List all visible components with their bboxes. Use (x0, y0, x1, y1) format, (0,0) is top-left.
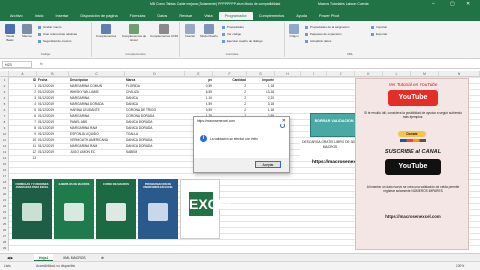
group-xml: Origen Propiedades de la asignación Paqu… (285, 22, 415, 57)
excel-icon: EXCEL (189, 192, 236, 216)
macros-icon (22, 24, 32, 34)
sheet-tabs: ◀ ▶ Hoja1 XML MACROS ⊕ (0, 253, 480, 262)
ribbon-tabs: Archivo Inicio Insertar Disposición de p… (0, 10, 480, 21)
ribbon: Visual Basic Macros Grabar macro Usar re… (0, 21, 480, 59)
donate-button[interactable]: Donate (398, 131, 426, 137)
seguridad-macros-button[interactable]: Seguridad de macros (38, 39, 72, 43)
dialog-message: La validación se efectuó con éxito (210, 137, 258, 141)
book-cover-image (22, 203, 42, 221)
promo-url[interactable]: https://macrosenexcel.com (356, 214, 470, 219)
payment-cards-icon (400, 139, 426, 142)
ok-button[interactable]: Aceptar (255, 161, 281, 168)
exportar-button[interactable]: Exportar (371, 32, 387, 36)
dialog-title: https://macrosenexcel.com (197, 119, 235, 123)
book-cover[interactable]: CURSO DE MACROS (96, 179, 136, 239)
minimize-icon[interactable]: – (432, 1, 435, 7)
table-cell[interactable] (37, 155, 69, 161)
propiedades-button[interactable]: Propiedades (222, 25, 244, 29)
name-box[interactable]: H23 (2, 61, 32, 68)
book-cover[interactable]: PROGRAMACION DE USERFORMS EN EXCEL (138, 179, 178, 239)
tab-formulas[interactable]: Fórmulas (124, 12, 152, 20)
title-bar: MB Como Tablas Calde mejana (Solamente) … (0, 0, 480, 10)
fx-icon[interactable]: fx (40, 62, 43, 66)
ver-tutorial-text: Ver Tutorial en YouTube (388, 82, 438, 87)
maximize-icon[interactable]: ▢ (450, 1, 455, 7)
importar-button[interactable]: Importar (371, 25, 387, 29)
propiedades-asignacion-button[interactable]: Propiedades de la asignación (305, 25, 349, 29)
referencias-relativas-button[interactable]: Usar referencias relativas (38, 32, 77, 36)
group-label-controles: Controles (225, 52, 239, 56)
window-title: MB Como Tablas Calde mejana (Solamente) … (150, 2, 281, 6)
zoom-level[interactable]: 100% (456, 264, 464, 268)
toolbox-icon (185, 24, 195, 34)
complementos-excel-button[interactable]: Complementos de Excel (120, 24, 148, 42)
vba-icon (5, 24, 15, 34)
paquetes-expansion-button[interactable]: Paquetes de expansión (305, 32, 341, 36)
book-cover-image (148, 203, 168, 221)
macros-button[interactable]: Macros (20, 24, 34, 39)
bottom-info-text: Al insertar un dato nuevo se crea una va… (366, 185, 460, 193)
tab-ayuda[interactable]: Ayuda (290, 12, 313, 20)
youtube-logo-dark[interactable]: YouTube (385, 159, 441, 175)
tab-datos[interactable]: Datos (151, 12, 173, 20)
insertar-control-button[interactable]: Insertar (182, 24, 198, 39)
complementos-com-button[interactable]: Complementos COM (150, 24, 178, 39)
book-cover[interactable]: EJEMPLOS DE MACROS (54, 179, 94, 239)
tab-insertar[interactable]: Insertar (50, 12, 75, 20)
ver-codigo-button[interactable]: Ver código (222, 32, 241, 36)
visual-basic-button[interactable]: Visual Basic (2, 24, 18, 42)
borrar-validacion-button[interactable]: BORRAR VALIDACION (310, 113, 358, 137)
formula-bar (0, 60, 480, 69)
suscribe-text: SUSCRIBE al CANAL (384, 149, 442, 155)
addins-icon (101, 24, 111, 34)
tab-disposicion[interactable]: Disposición de página (74, 12, 123, 20)
tab-archivo[interactable]: Archivo (4, 12, 29, 20)
descarga-text: DESCARGA GRATIS LIBRO DE 3000 MACROS (300, 140, 360, 156)
modo-diseno-button[interactable]: Modo Diseño (200, 24, 218, 39)
gear-icon (129, 24, 139, 34)
excel-logo-card[interactable]: EXCEL (180, 179, 236, 239)
tab-complementos[interactable]: Complementos (253, 12, 291, 20)
table-cell[interactable] (69, 155, 125, 161)
dialog-footer: Aceptar (194, 158, 289, 172)
xml-source-icon (289, 24, 299, 34)
grabar-macro-button[interactable]: Grabar macro (38, 25, 62, 29)
accessibility-status[interactable]: Accesibilidad: no disponible (36, 264, 75, 268)
group-label-codigo: Código (40, 52, 51, 56)
row-headers: 1 2 3 4 5 6 7 8 9 10 11 12 13 14 15 16 1… (0, 77, 9, 251)
youtube-logo[interactable]: YouTube (388, 90, 438, 106)
book-cover-image (64, 203, 84, 221)
group-complementos: Complementos Complementos de Excel Compl… (92, 22, 180, 57)
group-label-complementos: Complementos (125, 52, 146, 56)
table-cell[interactable]: 13 (9, 155, 37, 161)
promo-panel: Ver Tutorial en YouTube YouTube Si te re… (355, 78, 469, 250)
tab-inicio[interactable]: Inicio (29, 12, 50, 20)
com-addins-icon (159, 24, 169, 34)
status-ready: Listo (4, 264, 11, 268)
origen-button[interactable]: Origen (287, 24, 301, 39)
actualizar-datos-button[interactable]: Actualizar datos (305, 39, 331, 43)
book-cover[interactable]: FORMULAS Y FUNCIONES AVANZADAS PARA EXCE… (12, 179, 52, 239)
group-controles: Insertar Modo Diseño Propiedades Ver cód… (180, 22, 285, 57)
group-codigo: Visual Basic Macros Grabar macro Usar re… (0, 22, 92, 57)
user-name[interactable]: Macros Tutoriales Laiwon Cuerda (318, 2, 369, 6)
complementos-button[interactable]: Complementos (94, 24, 118, 39)
status-bar: Listo Accesibilidad: no disponible 100% (0, 261, 480, 270)
table-cell[interactable] (125, 155, 185, 161)
message-dialog: https://macrosenexcel.com ✕ i La validac… (193, 116, 290, 173)
tab-vista[interactable]: Vista (198, 12, 218, 20)
info-icon: i (200, 135, 207, 142)
ruler-icon (204, 24, 214, 34)
close-icon[interactable]: ✕ (466, 1, 470, 7)
help-text: Si te resultó útil, considera la posibil… (364, 111, 462, 119)
tab-revisar[interactable]: Revisar (173, 12, 198, 20)
ejecutar-cuadro-button[interactable]: Ejecutar cuadro de diálogo (222, 39, 263, 43)
loading-icon (280, 123, 285, 128)
group-label-xml: XML (346, 52, 354, 56)
book-cover-image (106, 203, 126, 221)
tab-power-pivot[interactable]: Power Pivot (313, 12, 345, 20)
tab-programador[interactable]: Programador (218, 11, 253, 20)
row-header[interactable]: 29 (0, 245, 9, 251)
